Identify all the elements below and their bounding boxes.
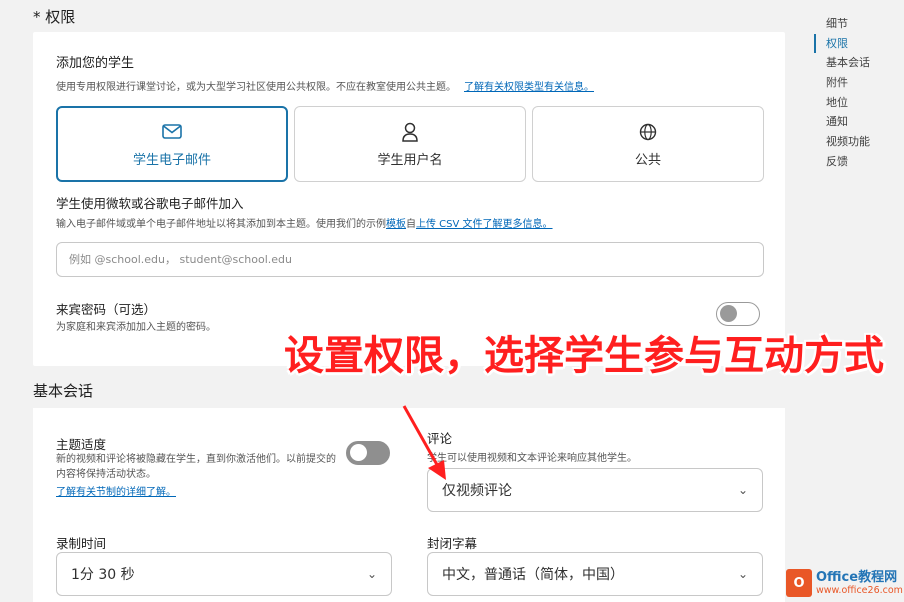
user-icon	[401, 121, 419, 143]
side-nav-item-basic-session[interactable]: 基本会话	[814, 53, 904, 73]
side-nav-item-notifications[interactable]: 通知	[814, 112, 904, 132]
side-nav-item-feedback[interactable]: 反馈	[814, 152, 904, 172]
template-link[interactable]: 模板	[386, 219, 406, 230]
watermark-url: www.office26.com	[816, 585, 903, 596]
side-nav-item-video-features[interactable]: 视频功能	[814, 132, 904, 152]
chevron-down-icon: ⌄	[737, 567, 748, 581]
toggle-knob	[350, 444, 367, 461]
topic-moderation-title: 主题适度	[56, 437, 107, 452]
comments-select-value: 仅视频评论	[442, 483, 512, 499]
topic-moderation-desc: 新的视频和评论将被隐藏在学生，直到你激活他们。以前提交的内容将保持活动状态。	[56, 454, 336, 480]
watermark-name: Office教程网	[816, 570, 898, 585]
learn-more-link[interactable]: 了解更多信息。	[483, 219, 553, 230]
option-student-username[interactable]: 学生用户名	[294, 106, 526, 182]
closed-captions-value: 中文，普通话（简体，中国）	[442, 567, 624, 583]
side-nav-item-status[interactable]: 地位	[814, 93, 904, 113]
join-desc-from: 自	[406, 219, 416, 230]
recording-time-value: 1分 30 秒	[71, 567, 135, 583]
office-logo-icon: O	[786, 569, 812, 597]
watermark-text: Office教程网 www.office26.com	[816, 570, 903, 596]
closed-captions-select[interactable]: 中文，普通话（简体，中国） ⌄	[427, 552, 763, 596]
join-desc-text: 输入电子邮件域或单个电子邮件地址以将其添加到本主题。使用我们的示例	[56, 219, 386, 230]
toggle-knob	[720, 305, 737, 322]
permissions-section-header: * 权限	[33, 8, 76, 26]
envelope-icon	[162, 121, 182, 143]
guest-password-title: 来宾密码（可选）	[56, 302, 157, 317]
add-students-desc-text: 使用专用权限进行课堂讨论，或为大型学习社区使用公共权限。不应在教室使用公共主题。	[56, 82, 456, 93]
join-with-email-desc: 输入电子邮件域或单个电子邮件地址以将其添加到本主题。使用我们的示例模板自上传 C…	[56, 215, 553, 230]
side-nav-item-attachments[interactable]: 附件	[814, 73, 904, 93]
globe-icon	[639, 121, 657, 143]
chevron-down-icon: ⌄	[737, 483, 748, 497]
option-student-email-label: 学生电子邮件	[132, 152, 211, 168]
topic-moderation-toggle[interactable]	[346, 441, 390, 465]
guest-password-desc: 为家庭和来宾添加加入主题的密码。	[56, 322, 216, 333]
option-public[interactable]: 公共	[532, 106, 764, 182]
join-with-email-title: 学生使用微软或谷歌电子邮件加入	[56, 196, 244, 211]
moderation-learn-link[interactable]: 了解有关节制的详细了解。	[56, 483, 176, 498]
chevron-down-icon: ⌄	[366, 567, 377, 581]
option-student-username-label: 学生用户名	[377, 152, 443, 168]
side-nav-item-details[interactable]: 细节	[814, 14, 904, 34]
basic-session-header: 基本会话	[33, 382, 94, 400]
recording-time-title: 录制时间	[56, 536, 107, 551]
recording-time-select[interactable]: 1分 30 秒 ⌄	[56, 552, 392, 596]
side-nav: 细节 权限 基本会话 附件 地位 通知 视频功能 反馈	[814, 14, 904, 172]
guest-password-toggle[interactable]	[716, 302, 760, 326]
add-students-desc: 使用专用权限进行课堂讨论，或为大型学习社区使用公共权限。不应在教室使用公共主题。…	[56, 78, 594, 93]
permission-types-link[interactable]: 了解有关权限类型有关信息。	[464, 82, 594, 93]
comments-title: 评论	[427, 431, 453, 446]
watermark: O Office教程网 www.office26.com	[786, 564, 904, 602]
option-student-email[interactable]: 学生电子邮件	[56, 106, 288, 182]
email-domain-input[interactable]	[56, 242, 764, 277]
closed-captions-title: 封闭字幕	[427, 536, 478, 551]
side-nav-item-permissions[interactable]: 权限	[814, 33, 904, 54]
option-public-label: 公共	[634, 152, 661, 168]
comments-desc: 学生可以使用视频和文本评论来响应其他学生。	[427, 453, 637, 464]
add-students-title: 添加您的学生	[56, 56, 135, 71]
upload-csv-link[interactable]: 上传 CSV 文件	[416, 219, 483, 230]
comments-select[interactable]: 仅视频评论 ⌄	[427, 468, 763, 512]
